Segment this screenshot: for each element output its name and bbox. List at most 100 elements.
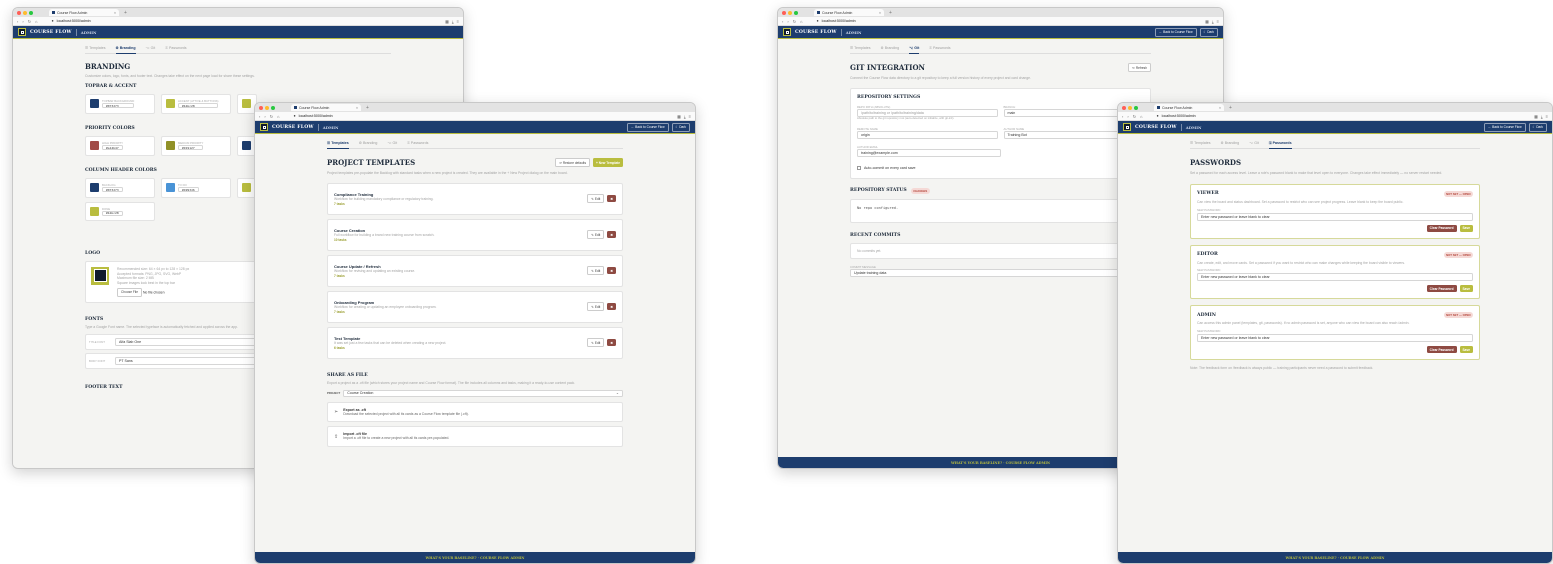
save-password-button[interactable]: Save (1459, 285, 1473, 293)
url-field[interactable]: ● localhost:5000/admin (283, 113, 673, 119)
export-cft-card[interactable]: ➢ Export as .cft Download the selected pr… (327, 401, 623, 423)
close-icon[interactable]: × (1219, 106, 1221, 110)
tab-git[interactable]: ⌥ Git (1249, 141, 1259, 145)
refresh-button[interactable]: ↻ Refresh (1128, 63, 1151, 72)
restore-defaults-button[interactable]: ↺ Restore defaults (555, 158, 591, 167)
new-tab-button[interactable]: + (1229, 105, 1232, 111)
clear-password-button[interactable]: Clear Password (1426, 224, 1457, 232)
extensions-icon[interactable]: ▦ (445, 19, 449, 24)
new-tab-button[interactable]: + (124, 10, 127, 16)
minimize-window-button[interactable] (23, 10, 27, 15)
new-tab-button[interactable]: + (889, 10, 892, 16)
edit-template-button[interactable]: ✎ Edit (587, 230, 605, 240)
new-template-button[interactable]: + New Template (593, 158, 623, 167)
forward-icon[interactable]: › (264, 114, 265, 119)
menu-icon[interactable]: ≡ (1546, 114, 1548, 119)
tab-branding[interactable]: ⚙ Branding (359, 141, 378, 145)
url-field[interactable]: ● localhost:5000/admin (1146, 113, 1530, 119)
tab-git[interactable]: ⌥ Git (387, 141, 397, 145)
auto-commit-checkbox[interactable] (857, 166, 861, 171)
home-icon[interactable]: ⌂ (800, 19, 802, 24)
back-icon[interactable]: ‹ (259, 114, 260, 119)
admin-password-input[interactable]: Enter new password or leave blank to cle… (1197, 334, 1473, 343)
tab-passwords[interactable]: ⚿ Passwords (407, 141, 428, 145)
browser-tab[interactable]: Course Flow Admin × (291, 104, 361, 111)
downloads-icon[interactable]: ⤓ (452, 19, 454, 24)
url-field[interactable]: ● localhost:5000/admin (806, 18, 1201, 24)
remote-name-input[interactable]: origin (857, 130, 998, 139)
browser-tab[interactable]: Course Flow Admin × (1154, 104, 1224, 111)
color-swatch[interactable] (90, 183, 99, 193)
url-field[interactable]: ● localhost:5000/admin (41, 18, 441, 24)
color-swatch[interactable] (90, 141, 99, 151)
close-icon[interactable]: × (356, 106, 358, 110)
delete-template-button[interactable]: ✖ (607, 267, 616, 275)
back-to-course-flow-button[interactable]: ← Back to Course Flow (1484, 122, 1526, 132)
color-picker-medium[interactable]: MEDIUM PRIORITY #919127 (161, 135, 231, 156)
downloads-icon[interactable]: ⤓ (1212, 19, 1214, 24)
extensions-icon[interactable]: ▦ (677, 114, 681, 119)
tab-passwords[interactable]: ⚿ Passwords (165, 46, 186, 50)
menu-icon[interactable]: ≡ (457, 19, 459, 24)
delete-template-button[interactable]: ✖ (607, 195, 616, 203)
back-icon[interactable]: ‹ (1122, 114, 1123, 119)
maximize-window-button[interactable] (271, 105, 275, 110)
minimize-window-button[interactable] (788, 10, 792, 15)
edit-template-button[interactable]: ✎ Edit (587, 194, 605, 204)
close-window-button[interactable] (782, 10, 786, 15)
delete-template-button[interactable]: ✖ (607, 231, 616, 239)
back-to-course-flow-button[interactable]: ← Back to Course Flow (1155, 27, 1197, 37)
import-cft-card[interactable]: ⇪ Import .cft file Import a .cft file to … (327, 426, 623, 448)
browser-tab[interactable]: Course Flow Admin × (814, 9, 884, 16)
home-icon[interactable]: ⌂ (35, 19, 37, 24)
forward-icon[interactable]: › (22, 19, 23, 24)
close-icon[interactable]: × (114, 11, 116, 15)
color-picker-todo[interactable]: TO DO #4993d6 (161, 177, 231, 198)
choose-file-button[interactable]: Choose File (117, 287, 143, 297)
delete-template-button[interactable]: ✖ (607, 339, 616, 347)
tab-templates[interactable]: ☰ Templates (1190, 141, 1211, 145)
color-swatch[interactable] (90, 206, 99, 216)
browser-tab[interactable]: Course Flow Admin × (49, 9, 119, 16)
dark-mode-button[interactable]: ☾ Dark (671, 122, 690, 132)
dark-mode-button[interactable]: ☾ Dark (1528, 122, 1547, 132)
reload-icon[interactable]: ↻ (793, 19, 796, 24)
downloads-icon[interactable]: ⤓ (684, 114, 686, 119)
author-email-input[interactable]: training@example.com (857, 148, 1001, 157)
close-icon[interactable]: × (879, 11, 881, 15)
tab-templates[interactable]: ☰ Templates (850, 46, 871, 50)
viewer-password-input[interactable]: Enter new password or leave blank to cle… (1197, 212, 1473, 221)
color-swatch[interactable] (166, 141, 175, 151)
save-password-button[interactable]: Save (1459, 346, 1473, 354)
dark-mode-button[interactable]: ☾ Dark (1199, 27, 1218, 37)
tab-passwords[interactable]: ⚿ Passwords (929, 46, 950, 50)
extensions-icon[interactable]: ▦ (1534, 114, 1538, 119)
back-icon[interactable]: ‹ (782, 19, 783, 24)
tab-git[interactable]: ⌥ Git (146, 46, 156, 50)
commit-message-input[interactable]: Update training data (850, 269, 1131, 278)
maximize-window-button[interactable] (794, 10, 798, 15)
home-icon[interactable]: ⌂ (1140, 114, 1142, 119)
back-icon[interactable]: ‹ (17, 19, 18, 24)
maximize-window-button[interactable] (1134, 105, 1138, 110)
project-select[interactable]: Course Creation ⌄ (343, 389, 623, 397)
extensions-icon[interactable]: ▦ (1205, 19, 1209, 24)
editor-password-input[interactable]: Enter new password or leave blank to cle… (1197, 273, 1473, 282)
color-picker-high[interactable]: HIGH PRIORITY #a14b47 (85, 135, 155, 156)
close-window-button[interactable] (17, 10, 21, 15)
clear-password-button[interactable]: Clear Password (1426, 285, 1457, 293)
color-picker-done[interactable]: DONE #b1bc28 (85, 201, 155, 221)
close-window-button[interactable] (1122, 105, 1126, 110)
color-swatch[interactable] (166, 183, 175, 193)
color-picker-backlog[interactable]: BACKLOG #073d73 (85, 177, 155, 198)
tab-git[interactable]: ⌥ Git (909, 46, 920, 54)
home-icon[interactable]: ⌂ (277, 114, 279, 119)
delete-template-button[interactable]: ✖ (607, 303, 616, 311)
minimize-window-button[interactable] (265, 105, 269, 110)
maximize-window-button[interactable] (29, 10, 33, 15)
tab-templates[interactable]: ☰ Templates (85, 46, 106, 50)
minimize-window-button[interactable] (1128, 105, 1132, 110)
color-swatch[interactable] (90, 99, 99, 109)
clear-password-button[interactable]: Clear Password (1426, 346, 1457, 354)
tab-branding[interactable]: ⚙ Branding (115, 46, 136, 54)
